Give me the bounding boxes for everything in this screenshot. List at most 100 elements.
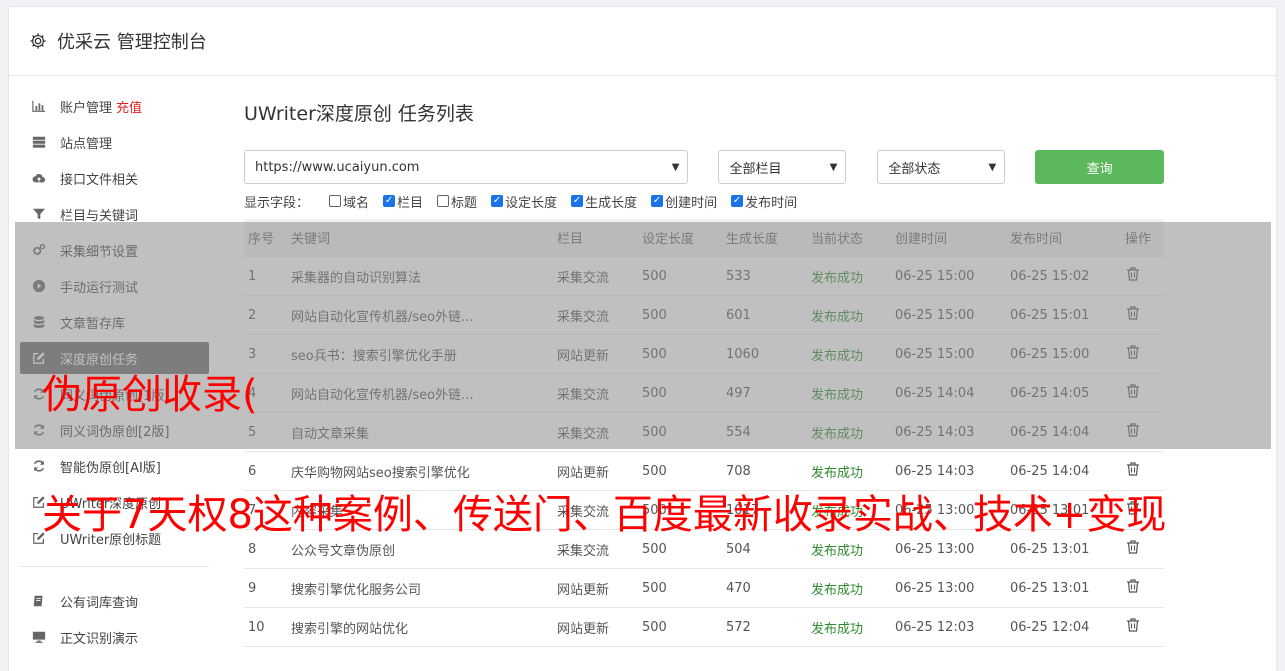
table-row: 9 搜索引擎优化服务公司 网站更新 500 470 发布成功 06-25 13:00 06-2… [244,569,1164,608]
table-cell: 500 [642,619,667,635]
display-fields: 显示字段： 域名 ✓ 栏目 标题 ✓ 设定长度 ✓ 生成长度 ✓ 创建时间 ✓ 发布时间 [244,192,1164,211]
sidebar-item[interactable]: 站点管理 [20,126,209,158]
sidebar-item[interactable]: 公有词库查询 [20,585,209,617]
table-cell: 网站更新 [557,465,610,481]
field-checkbox-label: 栏目 [397,195,424,211]
trash-icon[interactable] [1125,539,1141,555]
field-checkbox[interactable]: ✓ 栏目 [383,192,423,211]
checkbox-checked-icon[interactable]: ✓ [731,195,744,207]
table-cell: 572 [726,619,751,635]
action-cell [1125,578,1164,598]
refresh-icon [30,458,48,474]
filter-icon [30,206,48,222]
table-cell: 708 [726,463,751,479]
table-cell: 06-25 13:01 [1010,541,1090,557]
action-cell [1125,461,1164,481]
field-checkbox[interactable]: ✓ 创建时间 [651,192,717,211]
field-checkbox[interactable]: ✓ 生成长度 [571,192,637,211]
table-cell: 06-25 13:01 [1010,580,1090,596]
table-cell: 500 [642,541,667,557]
field-checkbox[interactable]: ✓ 发布时间 [731,192,797,211]
monitor-icon [30,629,48,645]
sidebar-item-label: 账户管理 [60,100,113,116]
checkbox-checked-icon[interactable]: ✓ [571,195,584,207]
chevron-down-icon: ▼ [988,161,997,173]
table-cell: 06-25 13:00 [895,580,975,596]
table-cell: 06-25 12:04 [1010,619,1090,635]
checkbox-checked-icon[interactable]: ✓ [491,195,504,207]
sidebar-item-label: 公有词库查询 [60,595,139,611]
chevron-down-icon: ▼ [829,161,838,173]
column-select-value: 全部栏目 [729,161,782,177]
table-cell: 06-25 14:04 [1010,463,1090,479]
table-cell: 搜索引擎的网站优化 [291,621,409,637]
table-row: 10 搜索引擎的网站优化 网站更新 500 572 发布成功 06-25 12:03 06-2… [244,608,1164,647]
field-checkbox[interactable]: 标题 [437,192,477,211]
server-icon [30,134,48,150]
trash-icon[interactable] [1125,617,1141,633]
sidebar-item-label: 栏目与关键词 [60,208,139,224]
sidebar-item[interactable]: 账户管理 充值 [20,90,209,122]
watermark-line-2: 关于7天权8这种案例、传送门、百度最新收录实战、技术+变现 [42,492,1167,538]
sidebar-item-label: 站点管理 [60,136,113,152]
sidebar-item-label: 正文识别演示 [60,631,139,647]
field-checkbox-label: 域名 [343,195,370,211]
table-cell: 500 [642,463,667,479]
status-cell: 发布成功 [811,582,864,598]
status-cell: 发布成功 [811,621,864,637]
sidebar-divider [20,566,209,567]
checkbox-checked-icon[interactable]: ✓ [383,195,396,207]
page-header: 优采云 管理控制台 [9,7,1276,76]
table-cell: 庆华购物网站seo搜索引擎优化 [291,465,470,481]
task-list-title: UWriter深度原创 任务列表 [244,103,474,125]
field-checkbox-label: 生成长度 [585,195,638,211]
book-icon [30,593,48,609]
action-cell [1125,539,1164,559]
table-cell: 8 [248,541,257,557]
table-cell: 06-25 12:03 [895,619,975,635]
column-select[interactable]: 全部栏目 ▼ [718,150,847,184]
field-checkbox-label: 设定长度 [505,195,558,211]
table-cell: 9 [248,580,257,596]
field-checkbox-label: 标题 [451,195,478,211]
field-checkbox[interactable]: 域名 [329,192,369,211]
status-select[interactable]: 全部状态 ▼ [877,150,1006,184]
field-checkbox[interactable]: ✓ 设定长度 [491,192,557,211]
site-select-value: https://www.ucaiyun.com [255,159,420,175]
recharge-link[interactable]: 充值 [116,97,142,116]
page-title: 优采云 管理控制台 [57,32,207,53]
checkbox-checked-icon[interactable]: ✓ [651,195,664,207]
table-cell: 网站更新 [557,582,610,598]
field-checkbox-label: 发布时间 [745,195,798,211]
status-select-value: 全部状态 [888,161,941,177]
gear-icon [29,32,47,50]
table-cell: 采集交流 [557,543,610,559]
table-cell: 公众号文章伪原创 [291,543,396,559]
sidebar-item-label: 接口文件相关 [60,172,139,188]
sidebar-item[interactable]: 接口文件相关 [20,162,209,194]
sidebar-item[interactable]: 正文识别演示 [20,621,209,653]
checkbox-unchecked-icon[interactable] [329,195,342,207]
display-fields-label: 显示字段： [244,195,310,211]
chevron-down-icon: ▼ [671,161,680,173]
table-cell: 6 [248,463,257,479]
cloud-upload-icon [30,170,48,186]
sidebar-item-label: 智能伪原创[AI版] [60,460,161,476]
table-cell: 10 [248,619,265,635]
table-cell: 06-25 14:03 [895,463,975,479]
watermark-line-1: 伪原创收录( [42,372,258,418]
status-cell: 发布成功 [811,543,864,559]
query-button[interactable]: 查询 [1035,150,1164,184]
trash-icon[interactable] [1125,461,1141,477]
table-cell: 搜索引擎优化服务公司 [291,582,422,598]
sidebar-item[interactable]: 智能伪原创[AI版] [20,450,209,482]
checkbox-unchecked-icon[interactable] [437,195,450,207]
action-cell [1125,617,1164,637]
site-select[interactable]: https://www.ucaiyun.com ▼ [244,150,689,184]
table-cell: 网站更新 [557,621,610,637]
bar-chart-icon [30,98,48,114]
table-cell: 500 [642,580,667,596]
table-cell: 06-25 13:00 [895,541,975,557]
table-cell: 504 [726,541,751,557]
trash-icon[interactable] [1125,578,1141,594]
